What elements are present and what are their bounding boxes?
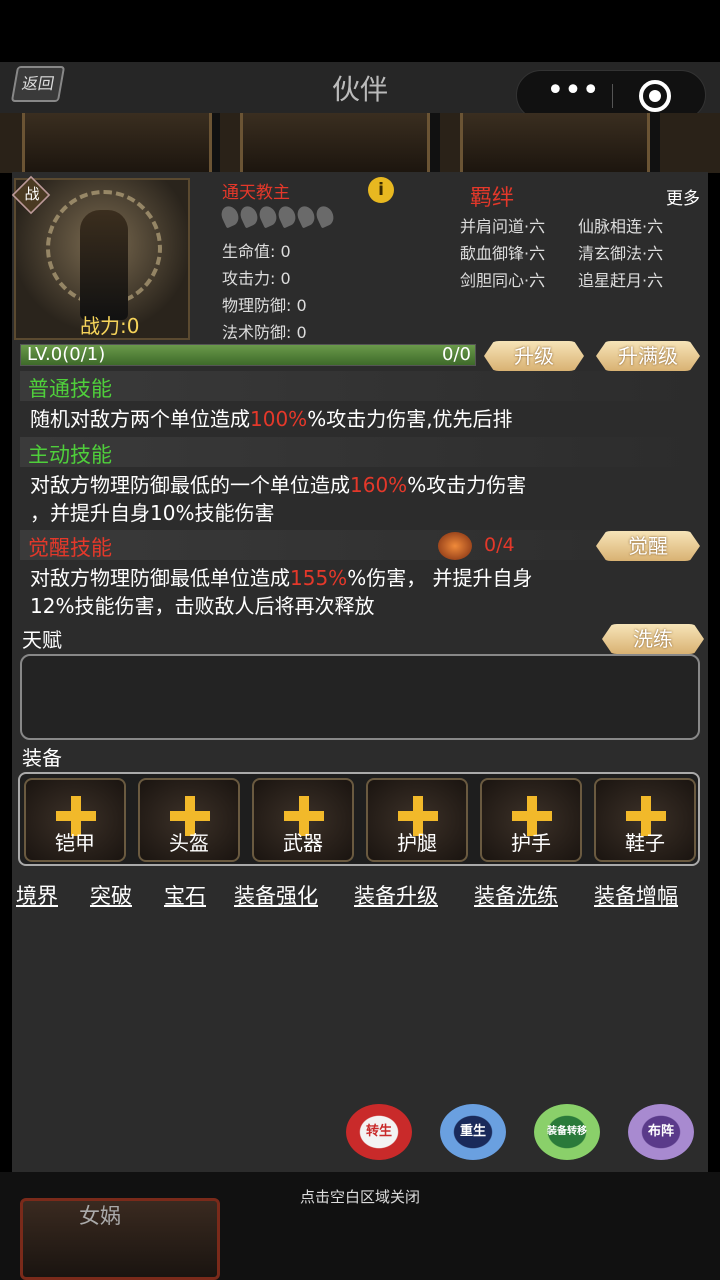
awake-count: 0/4 (484, 534, 515, 556)
active-skill-title: 主动技能 (28, 443, 112, 467)
bond-row: 并肩问道·六 仙脉相连·六 (460, 213, 696, 237)
stat-hp: 生命值: 0 (222, 242, 291, 261)
star-icon (294, 203, 318, 229)
upgrade-button[interactable]: 升级 (484, 341, 584, 371)
link-breakthrough[interactable]: 突破 (90, 880, 132, 910)
equip-slot-weapon[interactable]: 武器 (252, 778, 354, 862)
bond-item: 并肩问道·六 (460, 217, 546, 236)
awake-skill-desc: 对敌方物理防御最低单位造成155%%伤害， 并提升自身 (30, 563, 690, 593)
bond-item: 仙脉相连·六 (578, 217, 664, 236)
refine-button[interactable]: 洗练 (602, 624, 704, 654)
nav-bar: 返回 伙伴 ••• (0, 62, 720, 120)
bond-item: 清玄御法·六 (578, 244, 664, 263)
rebirth-button[interactable]: 重生 (440, 1104, 506, 1160)
bond-row: 歃血御锋·六 清玄御法·六 (460, 240, 696, 264)
equip-slot-armor[interactable]: 铠甲 (24, 778, 126, 862)
awake-stone-icon (438, 532, 472, 560)
link-realm[interactable]: 境界 (16, 880, 58, 910)
desc-text: %伤害， 并提升自身 (347, 566, 533, 590)
star-icon (218, 203, 242, 229)
bond-more-link[interactable]: 更多 (666, 184, 700, 209)
background-card (460, 113, 650, 173)
link-equip-refine[interactable]: 装备洗练 (474, 880, 558, 910)
slot-label: 铠甲 (55, 831, 95, 855)
slot-label: 头盔 (169, 831, 209, 855)
active-skill-desc: 对敌方物理防御最低的一个单位造成160%%攻击力伤害 (30, 470, 690, 500)
slot-label: 鞋子 (625, 831, 665, 855)
close-circle-icon[interactable] (639, 80, 671, 112)
awake-skill-desc-line2: 12%技能伤害，击败敌人后将再次释放 (30, 594, 375, 618)
level-exp-count: 0/0 (442, 344, 471, 365)
formation-button[interactable]: 布阵 (628, 1104, 694, 1160)
desc-text: 对敌方物理防御最低的一个单位造成 (30, 473, 350, 497)
capsule-divider (612, 84, 613, 108)
talent-box (20, 654, 700, 740)
slot-label: 武器 (283, 831, 323, 855)
combat-power: 战力:0 (80, 314, 140, 338)
info-icon[interactable]: i (368, 177, 394, 203)
stat-phys-def: 物理防御: 0 (222, 296, 307, 315)
level-progress-bar: LV.0(0/1) 0/0 (20, 344, 476, 366)
stat-attack: 攻击力: 0 (222, 269, 291, 288)
equip-slot-shoes[interactable]: 鞋子 (594, 778, 696, 862)
link-equip-upgrade[interactable]: 装备升级 (354, 880, 438, 910)
equip-slot-leggings[interactable]: 护腿 (366, 778, 468, 862)
star-icon (313, 203, 337, 229)
star-icon (275, 203, 299, 229)
bond-item: 歃血御锋·六 (460, 244, 546, 263)
normal-skill-desc: 随机对敌方两个单位造成100%%攻击力伤害,优先后排 (30, 404, 690, 434)
background-card (22, 113, 212, 173)
status-bar (0, 0, 720, 62)
partner-name: 女娲 (79, 1204, 121, 1228)
upgrade-max-button[interactable]: 升满级 (596, 341, 700, 371)
desc-text: %攻击力伤害,优先后排 (307, 407, 513, 431)
war-badge-text: 战 (24, 185, 40, 203)
desc-text: 对敌方物理防御最低单位造成 (30, 566, 290, 590)
talent-label: 天赋 (22, 628, 62, 652)
active-skill-desc-line2: ，并提升自身10%技能伤害 (30, 501, 275, 525)
equip-slot-gloves[interactable]: 护手 (480, 778, 582, 862)
desc-highlight: 160% (350, 473, 408, 497)
desc-text: 随机对敌方两个单位造成 (30, 407, 250, 431)
reincarnate-button[interactable]: 转生 (346, 1104, 412, 1160)
link-equip-amplify[interactable]: 装备增幅 (594, 880, 678, 910)
awake-button[interactable]: 觉醒 (596, 531, 700, 561)
stat-magic-def: 法术防御: 0 (222, 323, 307, 342)
desc-text: %攻击力伤害 (407, 473, 527, 497)
star-icon (256, 203, 280, 229)
slot-label: 护腿 (397, 831, 437, 855)
hero-name: 通天教主 (222, 183, 290, 203)
star-icon (237, 203, 261, 229)
level-text: LV.0(0/1) (27, 344, 106, 365)
active-skill-header (20, 437, 704, 467)
star-rating (218, 203, 337, 230)
awake-skill-title: 觉醒技能 (28, 536, 112, 560)
link-equip-enhance[interactable]: 装备强化 (234, 880, 318, 910)
desc-highlight: 155% (290, 566, 348, 590)
bond-item: 追星赶月·六 (578, 271, 664, 290)
equip-slot-helmet[interactable]: 头盔 (138, 778, 240, 862)
equipment-label: 装备 (22, 746, 62, 770)
background-card (240, 113, 430, 173)
bond-title: 羁绊 (470, 186, 515, 211)
link-gem[interactable]: 宝石 (164, 880, 206, 910)
normal-skill-header (20, 371, 704, 401)
function-links: 境界 突破 宝石 装备强化 装备升级 装备洗练 装备增幅 (16, 880, 706, 910)
bond-item: 剑胆同心·六 (460, 271, 546, 290)
normal-skill-title: 普通技能 (28, 377, 112, 401)
equip-transfer-button[interactable]: 装备转移 (534, 1104, 600, 1160)
hero-figure (80, 210, 128, 320)
bond-row: 剑胆同心·六 追星赶月·六 (460, 267, 696, 291)
desc-highlight: 100% (250, 407, 308, 431)
slot-label: 护手 (511, 831, 551, 855)
